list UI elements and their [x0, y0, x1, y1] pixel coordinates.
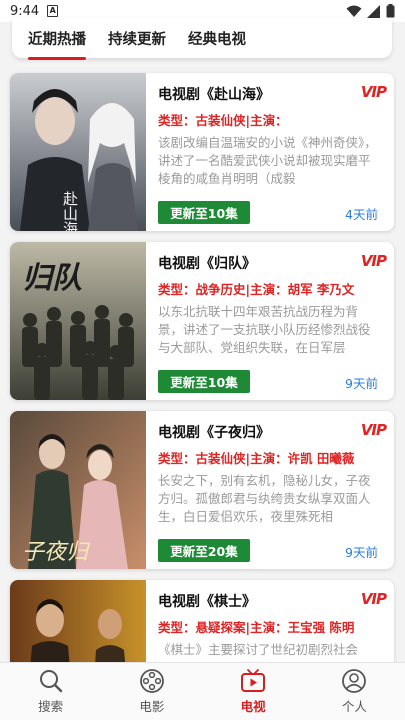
drama-card[interactable]: 赴山海 电视剧《赴山海》 VIP 类型：古装仙侠|主演： 该剧改编自温瑞安的小说…: [10, 73, 394, 231]
bottom-navigation: 搜索 电影 电视 个人: [0, 662, 405, 720]
nav-label: 搜索: [38, 699, 64, 714]
drama-genre-cast: 类型：古装仙侠|主演：许凯 田曦薇: [158, 451, 355, 466]
drama-card[interactable]: 归队 电视剧《归队》 VIP 类型：战争历史|主演：胡军 李乃文 以东北抗联十四…: [10, 242, 394, 400]
film-reel-icon: [139, 669, 164, 693]
nav-tv[interactable]: 电视: [203, 663, 304, 720]
vip-badge: VIP: [360, 83, 387, 101]
signal-icon: [367, 4, 380, 18]
poster-title-art: 赴山海: [61, 191, 79, 231]
tab-recent-hot[interactable]: 近期热播: [28, 24, 86, 60]
time-ago: 9天前: [345, 376, 378, 391]
nav-label: 电视: [240, 699, 266, 714]
vip-badge: VIP: [360, 421, 387, 439]
time-ago: 9天前: [345, 545, 378, 560]
nav-label: 电影: [139, 699, 165, 714]
drama-poster[interactable]: 子夜归: [10, 411, 146, 569]
time-ago: 4天前: [345, 207, 378, 222]
wifi-icon: [346, 5, 362, 17]
nav-label: 个人: [341, 699, 367, 714]
search-icon: [39, 670, 62, 693]
drama-genre-cast: 类型：古装仙侠|主演：: [158, 113, 288, 128]
update-status-button[interactable]: 更新至10集: [158, 370, 250, 393]
update-status-button[interactable]: 更新至10集: [158, 201, 250, 224]
tab-classic-tv[interactable]: 经典电视: [188, 24, 246, 53]
drama-title[interactable]: 电视剧《归队》: [158, 253, 256, 273]
vip-badge: VIP: [360, 590, 387, 608]
tv-icon: [241, 669, 266, 692]
drama-title[interactable]: 电视剧《子夜归》: [158, 422, 270, 442]
tab-continuous-update[interactable]: 持续更新: [108, 24, 166, 53]
drama-card[interactable]: 子夜归 电视剧《子夜归》 VIP 类型：古装仙侠|主演：许凯 田曦薇 长安之下，…: [10, 411, 394, 569]
drama-description: 以东北抗联十四年艰苦抗战历程为背景，讲述了一支抗联小队历经惨烈战役与大部队、党组…: [158, 304, 371, 355]
drama-description: 该剧改编自温瑞安的小说《神州奇侠》，讲述了一名酷爱武侠小说却被现实磨平棱角的咸鱼…: [158, 135, 377, 186]
poster-title-art: 归队: [22, 261, 82, 296]
nav-search[interactable]: 搜索: [0, 663, 101, 720]
drama-genre-cast: 类型：战争历史|主演：胡军 李乃文: [158, 282, 355, 297]
status-time: 9:44: [10, 3, 40, 19]
person-icon: [342, 669, 367, 693]
update-status-button[interactable]: 更新至20集: [158, 539, 250, 562]
drama-title[interactable]: 电视剧《棋士》: [158, 591, 256, 611]
category-tab-bar: 近期热播 持续更新 经典电视: [12, 18, 392, 60]
drama-poster[interactable]: 归队: [10, 242, 146, 400]
battery-icon: [386, 4, 395, 18]
vip-badge: VIP: [360, 252, 387, 270]
notification-a-icon: A: [47, 5, 59, 17]
drama-genre-cast: 类型：悬疑探案|主演：王宝强 陈明: [158, 620, 355, 635]
drama-description: 长安之下，别有玄机，隐秘儿女，子夜方归。孤傲郎君与纨绔贵女纵享双面人生，白日爱侣…: [158, 473, 371, 524]
poster-title-art: 子夜归: [22, 540, 91, 565]
drama-poster[interactable]: 赴山海: [10, 73, 146, 231]
drama-title[interactable]: 电视剧《赴山海》: [158, 84, 270, 104]
nav-movies[interactable]: 电影: [101, 663, 202, 720]
nav-profile[interactable]: 个人: [304, 663, 405, 720]
